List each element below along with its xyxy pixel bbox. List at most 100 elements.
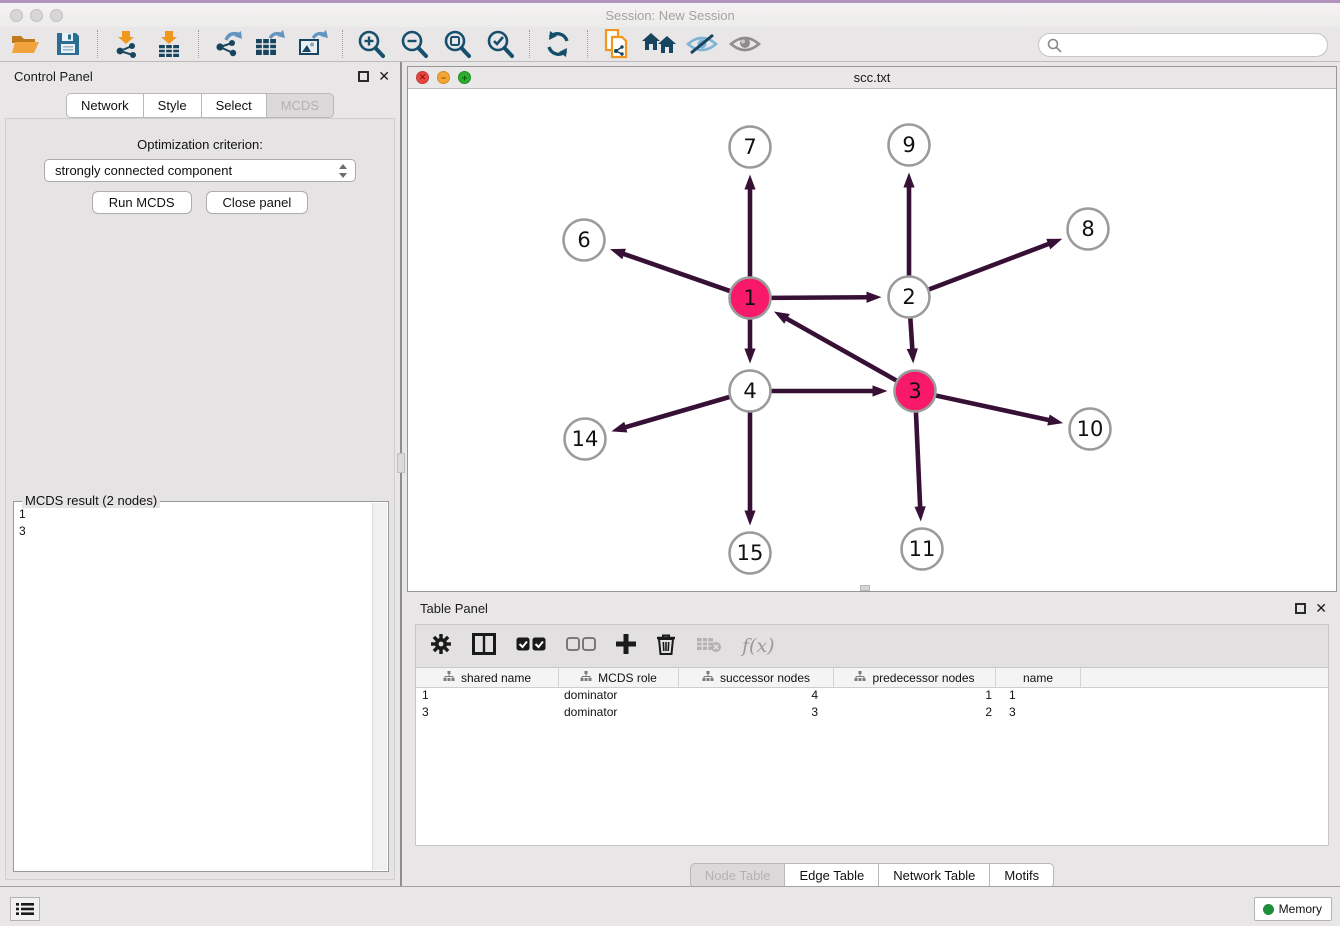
table-cell[interactable]: 3 — [996, 705, 1081, 722]
network-graph[interactable]: 7968124314101511 — [408, 89, 1336, 591]
panel-splitter[interactable] — [400, 62, 402, 886]
column-type-icon — [580, 671, 592, 685]
graph-edge-3-11[interactable] — [916, 412, 920, 509]
table-row[interactable]: 3dominator323 — [416, 705, 1328, 722]
zoom-out-icon[interactable] — [397, 28, 431, 60]
table-header[interactable]: shared nameMCDS role successor nodes prede… — [416, 668, 1328, 688]
search-input[interactable] — [1038, 33, 1328, 57]
network-window-titlebar[interactable]: ✕ − + scc.txt — [408, 67, 1336, 89]
run-mcds-button[interactable]: Run MCDS — [92, 191, 192, 214]
column-header-successor-nodes[interactable]: successor nodes — [679, 668, 834, 687]
table-tab-edge-table[interactable]: Edge Table — [785, 863, 879, 888]
zoom-selected-icon[interactable] — [483, 28, 517, 60]
graph-node-label-10: 10 — [1077, 417, 1104, 441]
table-panel: Table Panel ✕ f(x) shared nameMCDS roles… — [407, 594, 1337, 886]
show-all-eye-icon[interactable] — [728, 28, 762, 60]
table-cell[interactable]: 4 — [679, 688, 834, 705]
table-cell[interactable]: 3 — [416, 705, 559, 722]
tab-mcds[interactable]: MCDS — [267, 93, 334, 118]
tab-style[interactable]: Style — [144, 93, 202, 118]
export-image-icon[interactable] — [296, 28, 330, 60]
table-cell[interactable]: dominator — [559, 688, 679, 705]
table-cell[interactable]: 1 — [996, 688, 1081, 705]
graph-edge-2-3[interactable] — [910, 318, 912, 351]
hide-selected-eye-icon[interactable] — [685, 28, 719, 60]
delete-column-trash-icon[interactable] — [656, 633, 676, 660]
table-tab-node-table[interactable]: Node Table — [690, 863, 786, 888]
close-table-panel-icon[interactable]: ✕ — [1315, 601, 1327, 615]
export-network-icon[interactable] — [210, 28, 244, 60]
graph-node-label-11: 11 — [909, 537, 936, 561]
optimization-criterion-value: strongly connected component — [55, 163, 232, 178]
network-view-window: ✕ − + scc.txt 7968124314101511 — [407, 66, 1337, 592]
table-tab-network-table[interactable]: Network Table — [879, 863, 990, 888]
function-builder-icon: f(x) — [742, 635, 775, 657]
graph-node-label-9: 9 — [902, 133, 915, 157]
edge-arrowhead — [744, 349, 755, 364]
export-table-icon[interactable] — [253, 28, 287, 60]
open-session-icon[interactable] — [8, 28, 42, 60]
table-cell[interactable]: 3 — [679, 705, 834, 722]
table-tabs: Node TableEdge TableNetwork TableMotifs — [407, 863, 1337, 888]
optimization-criterion-select[interactable]: strongly connected component — [44, 159, 356, 182]
edge-arrowhead — [1046, 239, 1062, 250]
column-layout-icon[interactable] — [472, 633, 496, 660]
deselect-all-checkboxes-icon[interactable] — [566, 637, 596, 656]
graph-edge-2-8[interactable] — [929, 243, 1051, 289]
edge-arrowhead — [1047, 415, 1063, 426]
copy-network-view-icon[interactable] — [599, 28, 633, 60]
add-column-icon[interactable] — [616, 634, 636, 659]
edge-arrowhead — [611, 422, 627, 433]
select-all-checkboxes-icon[interactable] — [516, 637, 546, 656]
zoom-in-icon[interactable] — [354, 28, 388, 60]
save-session-icon[interactable] — [51, 28, 85, 60]
table-cell[interactable]: 1 — [416, 688, 559, 705]
graph-edge-1-6[interactable] — [621, 253, 729, 291]
import-table-icon[interactable] — [152, 28, 186, 60]
table-cell[interactable]: 1 — [834, 688, 996, 705]
horizontal-splitter-handle[interactable] — [860, 585, 870, 591]
mcds-result-text[interactable]: 1 3 — [16, 506, 370, 869]
column-label: successor nodes — [720, 671, 810, 685]
network-window-title: scc.txt — [408, 70, 1336, 85]
graph-edge-4-14[interactable] — [623, 397, 729, 428]
float-panel-icon[interactable] — [358, 71, 369, 82]
table-row[interactable]: 1dominator411 — [416, 688, 1328, 705]
mcds-panel: Optimization criterion: strongly connect… — [5, 118, 395, 880]
optimization-criterion-label: Optimization criterion: — [6, 137, 394, 152]
graph-node-label-15: 15 — [737, 541, 764, 565]
graph-edge-3-10[interactable] — [936, 396, 1051, 421]
table-cell[interactable]: dominator — [559, 705, 679, 722]
tab-network[interactable]: Network — [66, 93, 144, 118]
refresh-network-icon[interactable] — [541, 28, 575, 60]
column-label: name — [1023, 671, 1053, 685]
home-layout-icon[interactable] — [642, 28, 676, 60]
result-scrollbar[interactable] — [372, 503, 387, 870]
control-panel-title: Control Panel — [14, 69, 93, 84]
edge-arrowhead — [866, 292, 881, 303]
column-header-MCDS-role[interactable]: MCDS role — [559, 668, 679, 687]
task-history-button[interactable] — [10, 897, 40, 921]
node-table[interactable]: shared nameMCDS role successor nodes prede… — [415, 668, 1329, 846]
table-cell[interactable]: 2 — [834, 705, 996, 722]
column-header-predecessor-nodes[interactable]: predecessor nodes — [834, 668, 996, 687]
table-toolbar: f(x) — [415, 624, 1329, 668]
tab-select[interactable]: Select — [202, 93, 267, 118]
graph-edge-1-2[interactable] — [771, 297, 869, 298]
zoom-fit-icon[interactable] — [440, 28, 474, 60]
graph-node-label-4: 4 — [743, 379, 756, 403]
float-table-panel-icon[interactable] — [1295, 603, 1306, 614]
column-header-name[interactable]: name — [996, 668, 1081, 687]
import-network-icon[interactable] — [109, 28, 143, 60]
panel-splitter-handle[interactable] — [397, 453, 405, 473]
search-icon — [1047, 38, 1062, 53]
table-tab-motifs[interactable]: Motifs — [990, 863, 1054, 888]
graph-edge-3-1[interactable] — [784, 317, 896, 380]
column-header-shared-name[interactable]: shared name — [416, 668, 559, 687]
close-panel-button[interactable]: Close panel — [206, 191, 309, 214]
edge-arrowhead — [774, 312, 790, 324]
close-panel-icon[interactable]: ✕ — [378, 69, 390, 83]
table-settings-gear-icon[interactable] — [430, 633, 452, 660]
table-panel-title: Table Panel — [420, 601, 488, 616]
memory-button[interactable]: Memory — [1254, 897, 1332, 921]
